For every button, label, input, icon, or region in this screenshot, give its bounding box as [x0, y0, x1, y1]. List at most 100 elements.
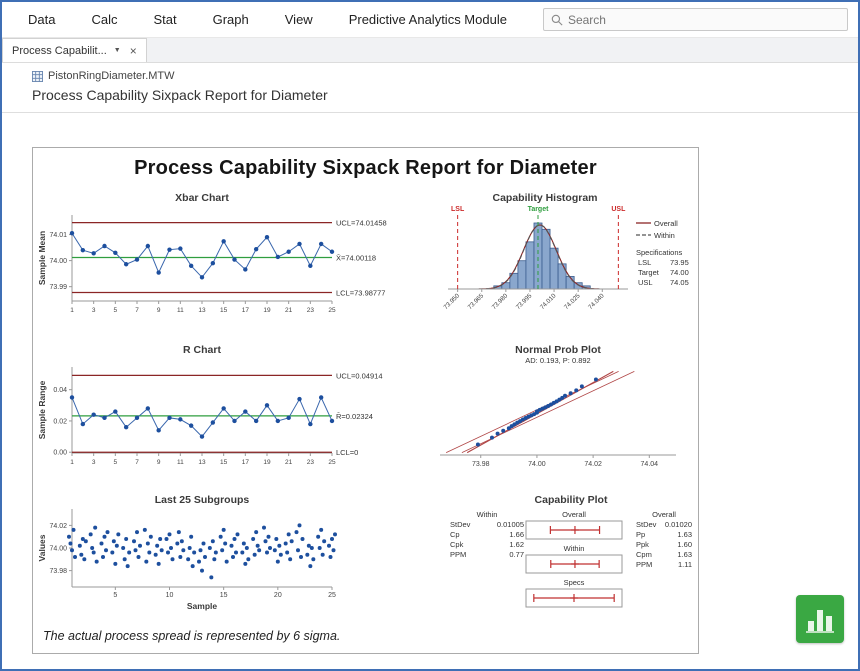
svg-text:74.01: 74.01 [49, 232, 67, 239]
app-window: Data Calc Stat Graph View Predictive Ana… [0, 0, 860, 671]
svg-text:74.04: 74.04 [641, 461, 659, 468]
svg-text:Cpk: Cpk [450, 540, 464, 549]
svg-text:0.02: 0.02 [53, 418, 67, 425]
svg-text:0.04: 0.04 [53, 387, 67, 394]
svg-text:StDev: StDev [636, 520, 657, 529]
document-title: Process Capability Sixpack Report for Di… [2, 87, 858, 103]
svg-text:Within: Within [564, 544, 585, 553]
svg-text:74.040: 74.040 [587, 292, 606, 311]
svg-text:Specifications: Specifications [636, 248, 683, 257]
tab-bar: Process Capabilit... ▼ × [2, 38, 858, 63]
svg-text:5: 5 [114, 459, 118, 466]
worksheet-name[interactable]: PistonRingDiameter.MTW [48, 70, 175, 82]
svg-text:25: 25 [328, 592, 336, 599]
svg-text:PPM: PPM [450, 550, 466, 559]
search-box[interactable] [543, 8, 848, 31]
svg-text:25: 25 [328, 307, 336, 314]
charts-row-rchart-probplot: R ChartSample Range0.000.020.04135791113… [36, 341, 694, 489]
svg-text:0.01020: 0.01020 [665, 520, 692, 529]
svg-text:19: 19 [263, 307, 271, 314]
svg-text:11: 11 [177, 459, 184, 466]
svg-text:73.995: 73.995 [515, 292, 534, 311]
svg-text:Sample Range: Sample Range [37, 380, 47, 439]
svg-text:25: 25 [328, 459, 336, 466]
svg-text:21: 21 [285, 307, 293, 314]
search-icon [551, 14, 563, 26]
svg-text:17: 17 [242, 459, 250, 466]
svg-text:Capability Histogram: Capability Histogram [492, 192, 597, 204]
svg-text:Within: Within [477, 510, 498, 519]
graph-fab-button[interactable] [796, 595, 844, 643]
svg-text:73.98: 73.98 [49, 568, 67, 575]
close-icon[interactable]: × [130, 44, 137, 58]
svg-text:StDev: StDev [450, 520, 471, 529]
svg-text:R Chart: R Chart [183, 344, 221, 356]
svg-text:PPM: PPM [636, 560, 652, 569]
menu-item-view[interactable]: View [285, 12, 313, 27]
svg-text:0.77: 0.77 [509, 550, 524, 559]
svg-text:11: 11 [177, 307, 184, 314]
svg-text:5: 5 [113, 592, 117, 599]
tab-process-capability[interactable]: Process Capabilit... ▼ × [2, 38, 147, 62]
svg-text:1.11: 1.11 [678, 560, 692, 569]
svg-text:Sample: Sample [187, 601, 218, 611]
worksheet-row: PistonRingDiameter.MTW [2, 70, 858, 82]
svg-text:1: 1 [70, 459, 74, 466]
svg-text:USL: USL [638, 278, 653, 287]
svg-text:Xbar Chart: Xbar Chart [175, 192, 229, 204]
svg-text:LCL=0: LCL=0 [336, 448, 358, 457]
svg-text:74.02: 74.02 [584, 461, 602, 468]
svg-text:3: 3 [92, 307, 96, 314]
svg-text:73.950: 73.950 [442, 292, 461, 311]
svg-text:Overall: Overall [562, 510, 586, 519]
svg-text:21: 21 [285, 459, 293, 466]
svg-text:R̄=0.02324: R̄=0.02324 [336, 412, 373, 421]
svg-text:LSL: LSL [638, 258, 651, 267]
svg-text:Last 25 Subgroups: Last 25 Subgroups [155, 494, 250, 506]
menu-item-predictive-analytics-module[interactable]: Predictive Analytics Module [349, 12, 507, 27]
svg-text:74.00: 74.00 [49, 258, 67, 265]
svg-text:74.05: 74.05 [670, 278, 689, 287]
svg-text:Cp: Cp [450, 530, 460, 539]
svg-text:19: 19 [263, 459, 271, 466]
svg-text:1.66: 1.66 [509, 530, 524, 539]
svg-text:3: 3 [92, 459, 96, 466]
svg-text:13: 13 [198, 459, 206, 466]
worksheet-icon [32, 71, 43, 82]
svg-text:15: 15 [220, 459, 228, 466]
tab-label: Process Capabilit... [12, 45, 107, 57]
menu-item-graph[interactable]: Graph [213, 12, 249, 27]
svg-text:1.63: 1.63 [677, 530, 692, 539]
svg-text:10: 10 [166, 592, 174, 599]
svg-text:Specs: Specs [564, 578, 585, 587]
svg-text:74.025: 74.025 [563, 292, 582, 311]
svg-text:7: 7 [135, 307, 139, 314]
svg-text:17: 17 [242, 307, 250, 314]
svg-text:1.60: 1.60 [677, 540, 692, 549]
menu-bar: Data Calc Stat Graph View Predictive Ana… [2, 2, 858, 38]
svg-text:9: 9 [157, 307, 161, 314]
svg-text:5: 5 [114, 307, 118, 314]
svg-text:1.62: 1.62 [509, 540, 524, 549]
svg-text:74.010: 74.010 [539, 292, 558, 311]
menu-item-stat[interactable]: Stat [153, 12, 176, 27]
menu-item-calc[interactable]: Calc [91, 12, 117, 27]
svg-text:13: 13 [198, 307, 206, 314]
report-footer: The actual process spread is represented… [43, 629, 340, 643]
chevron-down-icon[interactable]: ▼ [114, 47, 121, 54]
search-input[interactable] [568, 13, 840, 27]
svg-text:X̄=74.00118: X̄=74.00118 [336, 254, 376, 263]
menu-item-data[interactable]: Data [28, 12, 55, 27]
report-title: Process Capability Sixpack Report for Di… [33, 157, 698, 180]
svg-text:AD: 0.193, P: 0.892: AD: 0.193, P: 0.892 [525, 356, 590, 365]
charts-row-subgroups-capability: Last 25 SubgroupsValues73.9874.0074.0251… [36, 493, 694, 628]
svg-text:Capability Plot: Capability Plot [535, 494, 608, 506]
svg-text:UCL=74.01458: UCL=74.01458 [336, 219, 387, 228]
svg-text:LSL: LSL [451, 206, 465, 213]
svg-text:23: 23 [307, 459, 315, 466]
svg-text:Overall: Overall [652, 510, 676, 519]
svg-text:Within: Within [654, 231, 675, 240]
svg-text:Sample Mean: Sample Mean [37, 231, 47, 285]
report-canvas[interactable]: Process Capability Sixpack Report for Di… [32, 147, 699, 654]
svg-text:Ppk: Ppk [636, 540, 649, 549]
